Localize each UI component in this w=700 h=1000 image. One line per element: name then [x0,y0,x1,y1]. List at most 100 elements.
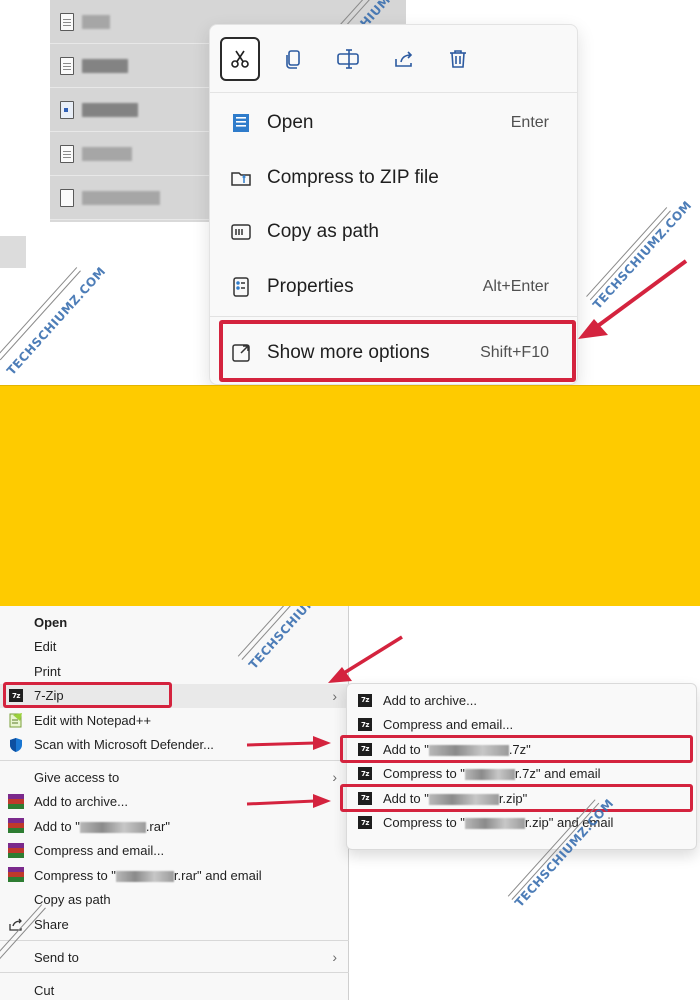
sub-item-compress-email[interactable]: 7z Compress and email... [347,713,696,738]
sub-item-add-to-archive[interactable]: 7z Add to archive... [347,688,696,713]
redacted-filename [115,870,174,882]
text-file-icon [60,144,74,163]
cut-icon [231,50,249,68]
redacted-filename [82,14,110,29]
text-file-icon [60,12,74,31]
defender-shield-icon [8,737,24,753]
classic-item-copy-as-path[interactable]: Copy as path [0,888,349,913]
menu-item-compress-zip[interactable]: Compress to ZIP file [224,155,569,201]
redacted-filename [464,818,525,830]
highlight-box [219,320,576,382]
sevenzip-submenu: 7z Add to archive... 7z Compress and ema… [340,683,697,850]
menu-item-label: Scan with Microsoft Defender... [34,737,214,753]
menu-divider [0,760,349,761]
menu-divider [0,940,349,941]
sidebar-stub [0,236,26,268]
classic-item-add-to-archive[interactable]: Add to archive... [0,790,349,815]
menu-item-label: Open [34,614,68,630]
shortcut-hint: Enter [510,114,549,131]
image-file-icon [60,100,74,119]
classic-item-send-to[interactable]: Send to › [0,945,349,970]
classic-item-compress-rar-email[interactable]: Compress to " r.rar" and email [0,863,349,888]
menu-item-label: Edit [34,639,57,655]
sevenzip-icon: 7z [358,693,372,707]
winrar-icon [8,793,24,810]
menu-item-label: Add to " .rar" [34,819,170,834]
label-prefix: Compress to " [383,766,465,782]
properties-icon [228,274,254,300]
label-prefix: Compress to " [34,867,116,883]
redacted-filename [79,821,146,833]
sub-item-compress-7z-email[interactable]: 7z Compress to " r.7z" and email [347,762,696,787]
delete-button[interactable] [438,37,478,81]
highlight-box [340,784,693,812]
divider-band [0,385,700,606]
chevron-right-icon: › [332,949,337,966]
watermark-lines [0,267,84,363]
sevenzip-icon: 7z [358,767,372,781]
classic-item-share[interactable]: Share [0,912,349,937]
copy-button[interactable] [274,37,314,81]
classic-item-print[interactable]: Print [0,659,349,684]
redacted-filename [82,102,138,117]
classic-item-edit[interactable]: Edit [0,635,349,660]
classic-item-compress-email[interactable]: Compress and email... [0,839,349,864]
chevron-right-icon: › [332,687,337,704]
highlight-box [340,735,693,763]
text-file-icon [60,56,74,75]
label-prefix: Compress to " [383,815,465,831]
sub-item-compress-zip-email[interactable]: 7z Compress to " r.zip" and email [347,811,696,836]
delete-icon [450,50,466,68]
watermark: TECHSCHIUMZ.COM [590,198,695,312]
menu-item-label: Properties [267,276,354,297]
modern-context-menu: Open Enter Compress to ZIP file Copy as … [209,24,578,385]
classic-item-give-access[interactable]: Give access to › [0,765,349,790]
sevenzip-icon: 7z [358,718,372,732]
menu-item-label: Compress to " r.7z" and email [383,766,600,781]
sevenzip-icon: 7z [358,816,372,830]
menu-divider [0,972,349,973]
menu-item-label: Copy as path [34,892,111,908]
open-app-icon [228,110,254,136]
classic-context-menu-screenshot: Open Edit Print 7z 7-Zip › Edit with Not… [0,606,700,1000]
zip-folder-icon [228,165,254,191]
menu-item-copy-as-path[interactable]: Copy as path [224,209,569,255]
shortcut-hint: Alt+Enter [482,278,549,295]
menu-item-properties[interactable]: Properties Alt+Enter [224,264,569,310]
classic-item-add-to-rar[interactable]: Add to " .rar" [0,814,349,839]
copy-icon [286,50,300,69]
share-button[interactable] [384,37,424,81]
classic-item-cut[interactable]: Cut [0,978,349,1000]
winrar-icon [8,842,24,859]
notepadpp-icon [8,712,24,728]
menu-item-label: Give access to [34,769,120,785]
menu-item-label: Copy as path [267,221,379,242]
redacted-filename [82,58,128,73]
rename-icon [337,49,359,69]
menu-divider [210,316,577,317]
menu-item-label: Add to archive... [34,794,128,810]
watermark: TECHSCHIUMZ.COM [4,264,109,378]
label-suffix: r.7z" and email [514,766,601,782]
classic-context-menu: Open Edit Print 7z 7-Zip › Edit with Not… [0,606,349,1000]
chevron-right-icon: › [332,769,337,786]
highlight-box [3,682,172,708]
menu-item-label: Add to archive... [383,692,477,708]
cut-button[interactable] [220,37,260,81]
watermark-lines [586,207,674,303]
menu-item-open[interactable]: Open Enter [224,100,569,146]
classic-item-defender[interactable]: Scan with Microsoft Defender... [0,733,349,758]
menu-item-label: Open [267,112,314,133]
copy-path-icon [228,219,254,245]
rename-button[interactable] [328,37,368,81]
blank-file-icon [60,188,74,207]
label-suffix: .rar" [145,818,170,834]
classic-item-notepadpp[interactable]: Edit with Notepad++ [0,708,349,733]
context-toolbar [210,25,577,93]
menu-item-label: Edit with Notepad++ [34,712,152,728]
menu-item-label: Send to [34,949,79,965]
redacted-filename [82,146,132,161]
redacted-filename [464,769,515,781]
redacted-filename [82,190,160,205]
menu-item-label: Cut [34,982,55,998]
